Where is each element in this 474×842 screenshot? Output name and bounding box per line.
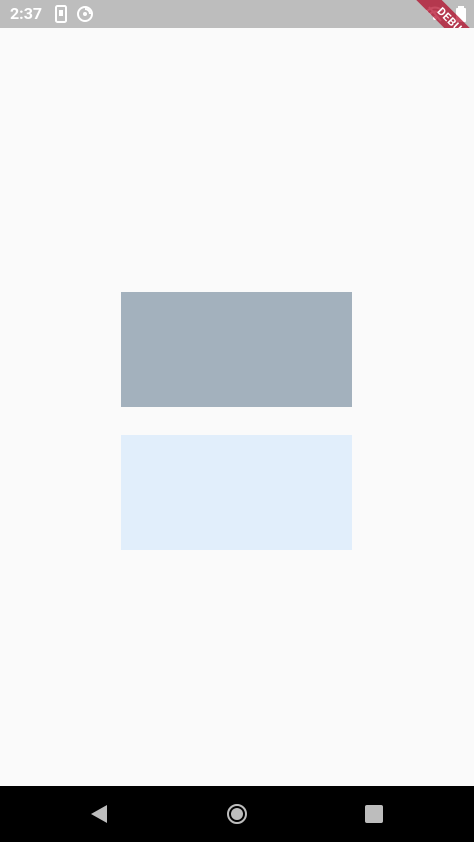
back-icon[interactable] xyxy=(87,802,111,826)
light-blue-box xyxy=(121,435,352,550)
status-bar: 2:37 xyxy=(0,0,474,28)
slate-box xyxy=(121,292,352,407)
recents-icon[interactable] xyxy=(362,802,386,826)
sim-icon xyxy=(52,5,70,23)
navigation-bar xyxy=(0,786,474,842)
home-icon[interactable] xyxy=(225,802,249,826)
main-content xyxy=(0,28,474,786)
sync-icon xyxy=(76,5,94,23)
status-time: 2:37 xyxy=(10,4,43,23)
